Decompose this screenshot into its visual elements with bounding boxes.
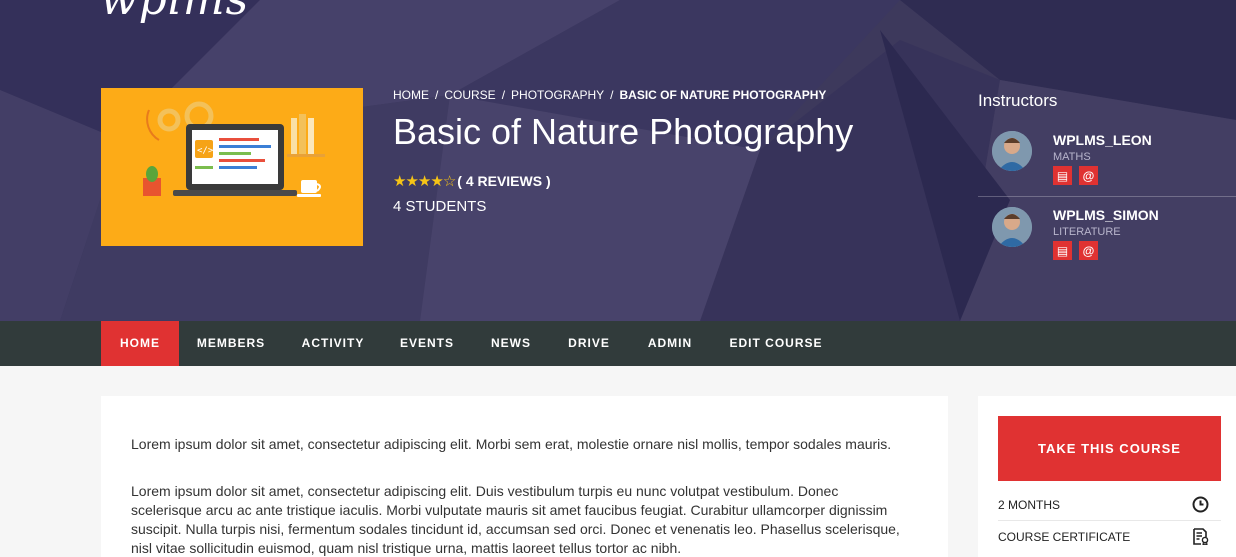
course-description: Lorem ipsum dolor sit amet, consectetur … <box>101 396 948 557</box>
breadcrumb-course[interactable]: COURSE <box>444 88 495 102</box>
instructor-card: WPLMS_LEON MATHS ▤ @ <box>978 122 1236 197</box>
nav-item-events[interactable]: EVENTS <box>394 321 460 366</box>
breadcrumb-separator: / <box>501 88 506 102</box>
breadcrumb-current: BASIC OF NATURE PHOTOGRAPHY <box>619 88 827 102</box>
star-icon: ★ <box>430 173 443 190</box>
duration-label: 2 MONTHS <box>998 498 1061 512</box>
star-icon: ★ <box>393 173 406 190</box>
course-duration: 2 MONTHS <box>998 489 1221 521</box>
course-hero: wplms </> HOME / <box>0 0 1236 321</box>
nav-item-drive[interactable]: DRIVE <box>562 321 616 366</box>
star-icon: ★ <box>417 173 431 190</box>
breadcrumb-separator: / <box>610 88 614 102</box>
instructors-heading: Instructors <box>978 91 1058 110</box>
instructor-name[interactable]: WPLMS_SIMON <box>1053 207 1159 223</box>
nav-item-members[interactable]: MEMBERS <box>192 321 270 366</box>
instructor-subject: LITERATURE <box>1053 226 1121 238</box>
course-sidebar: TAKE THIS COURSE 2 MONTHS COURSE CERTIFI… <box>978 396 1236 557</box>
email-icon[interactable]: @ <box>1079 166 1098 185</box>
profile-card-icon[interactable]: ▤ <box>1053 241 1072 260</box>
laptop-code-illustration-icon: </> <box>143 101 325 197</box>
site-logo[interactable]: wplms <box>100 0 249 25</box>
nav-item-activity[interactable]: ACTIVITY <box>296 321 370 366</box>
nav-item-edit-course[interactable]: EDIT COURSE <box>725 321 827 366</box>
email-icon[interactable]: @ <box>1079 241 1098 260</box>
description-paragraph: Lorem ipsum dolor sit amet, consectetur … <box>131 436 892 452</box>
avatar[interactable] <box>992 207 1032 247</box>
course-nav: HOME MEMBERS ACTIVITY EVENTS NEWS DRIVE … <box>0 321 1236 366</box>
breadcrumb-photography[interactable]: PHOTOGRAPHY <box>511 88 604 102</box>
reviews-count[interactable]: ( 4 REVIEWS ) <box>457 173 550 189</box>
nav-item-admin[interactable]: ADMIN <box>641 321 699 366</box>
students-count: 4 STUDENTS <box>393 198 487 215</box>
certificate-label: COURSE CERTIFICATE <box>998 530 1131 544</box>
instructor-subject: MATHS <box>1053 151 1091 163</box>
avatar[interactable] <box>992 131 1032 171</box>
star-icon: ★ <box>405 173 418 190</box>
star-outline-icon: ☆ <box>442 173 456 190</box>
instructor-name[interactable]: WPLMS_LEON <box>1053 132 1152 148</box>
course-title: Basic of Nature Photography <box>393 111 854 152</box>
breadcrumb-separator: / <box>435 88 439 102</box>
certificate-icon <box>1193 528 1209 545</box>
nav-item-news[interactable]: NEWS <box>485 321 537 366</box>
course-thumbnail: </> <box>101 88 363 246</box>
breadcrumb: HOME / COURSE / PHOTOGRAPHY / BASIC OF NATURE … <box>393 88 826 102</box>
instructor-card: WPLMS_SIMON LITERATURE ▤ @ <box>978 197 1236 272</box>
breadcrumb-home[interactable]: HOME <box>393 88 429 102</box>
clock-icon <box>1192 496 1209 513</box>
svg-text:</>: </> <box>197 146 214 156</box>
profile-card-icon[interactable]: ▤ <box>1053 166 1072 185</box>
course-rating: ★★★★☆ ( 4 REVIEWS ) <box>393 171 551 191</box>
take-this-course-button[interactable]: TAKE THIS COURSE <box>998 416 1221 481</box>
description-paragraph: Lorem ipsum dolor sit amet, consectetur … <box>131 483 900 556</box>
star-rating: ★★★★☆ <box>393 172 456 190</box>
course-certificate: COURSE CERTIFICATE <box>998 521 1221 553</box>
nav-item-home[interactable]: HOME <box>101 321 179 366</box>
